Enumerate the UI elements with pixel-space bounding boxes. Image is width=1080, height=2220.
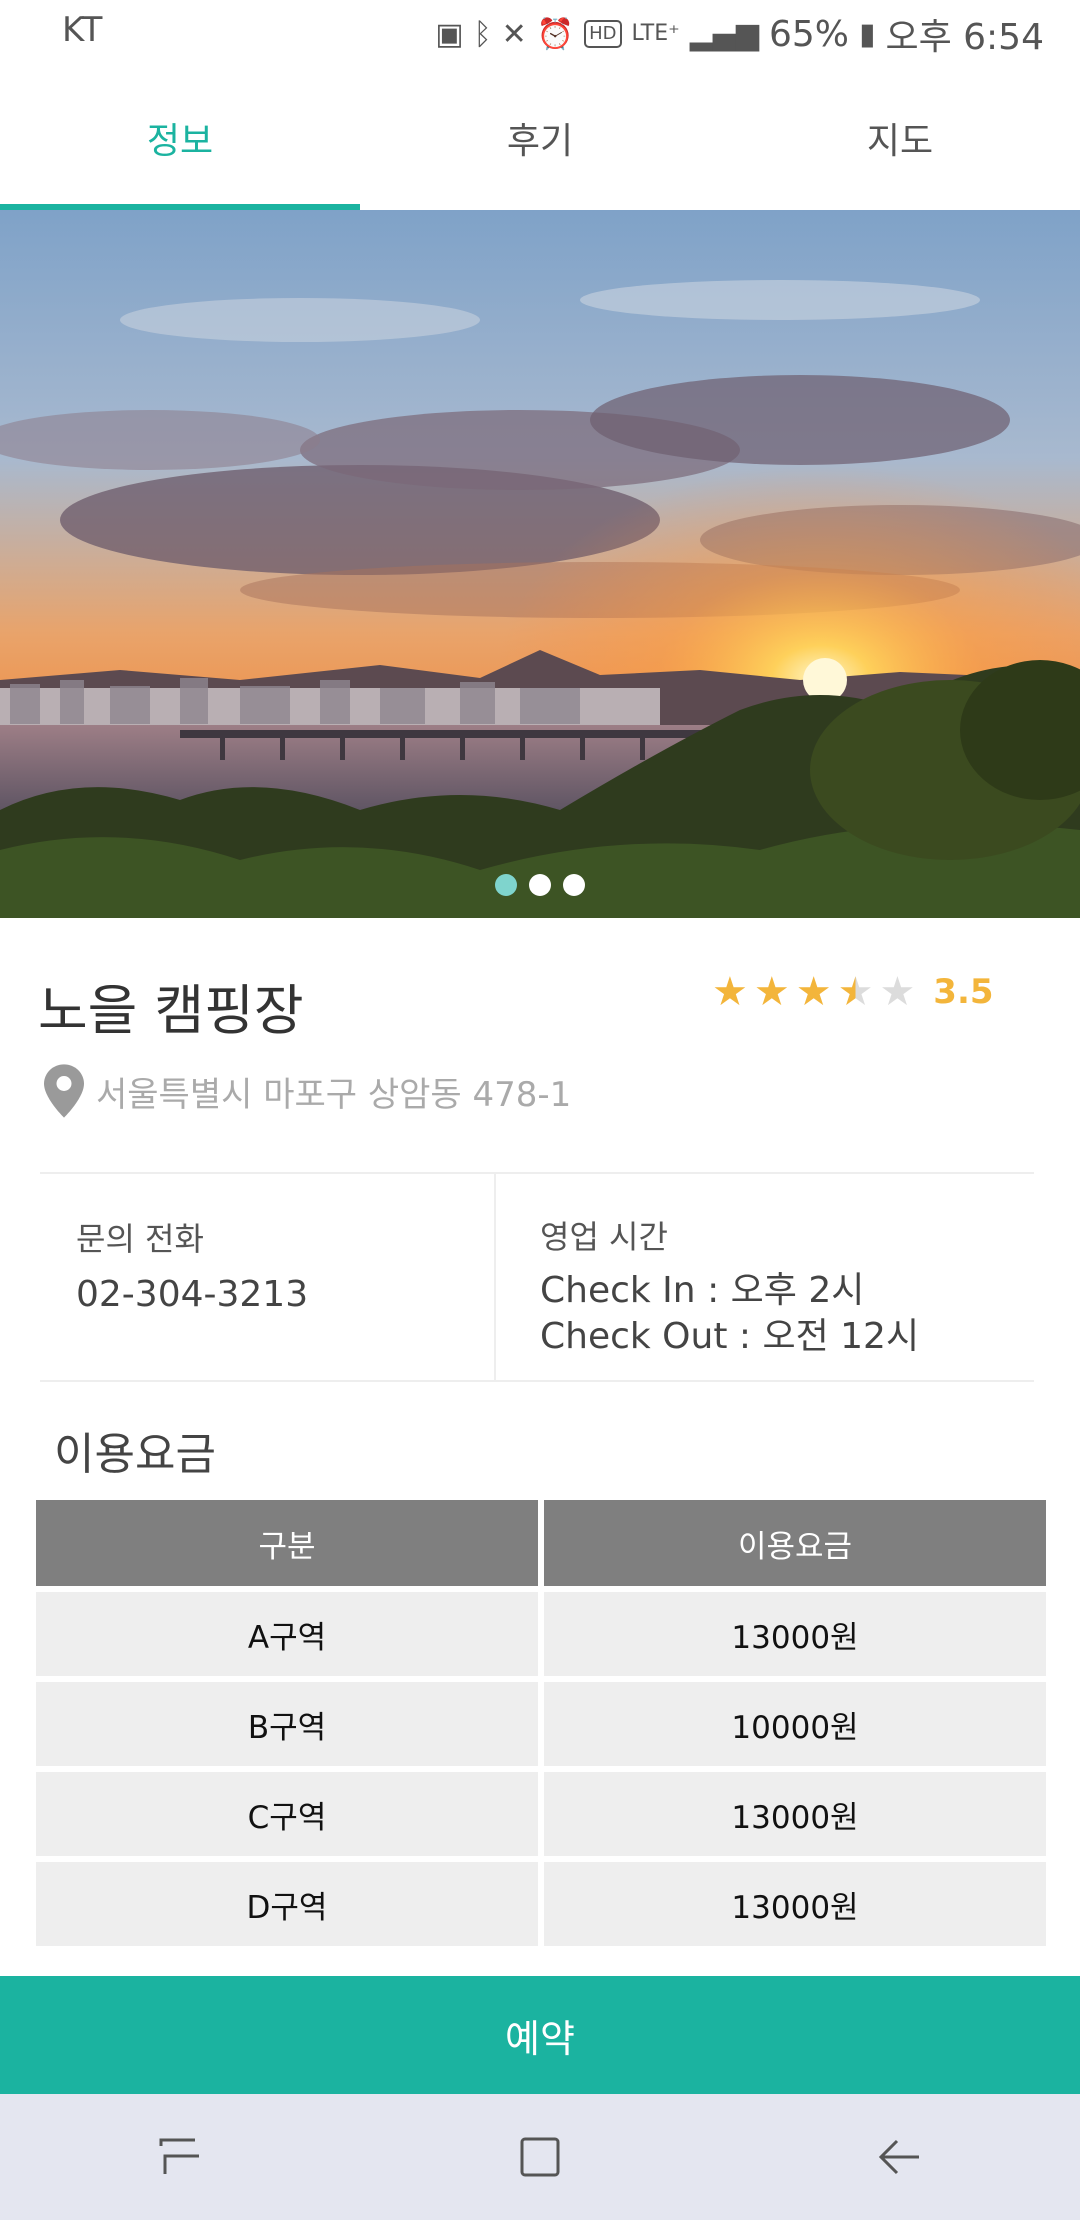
star-icon-3: ★ — [795, 969, 832, 1015]
battery-icon: ▮ — [858, 16, 876, 52]
check-out-time: Check Out : 오전 12시 — [540, 1316, 920, 1357]
carousel-dot-2[interactable] — [529, 874, 551, 896]
place-name: 노을 캠핑장 — [38, 979, 304, 1042]
price-cell: 13000원 — [544, 1592, 1046, 1676]
contact-section: 문의 전화 02-304-3213 — [40, 1174, 496, 1380]
address-text: 서울특별시 마포구 상암동 478-1 — [96, 1074, 572, 1115]
hd-voice-icon: HD — [584, 20, 622, 48]
table-row: B구역 10000원 — [36, 1682, 1046, 1766]
location-pin-icon — [44, 1064, 84, 1118]
reserve-button[interactable]: 예약 — [0, 1976, 1080, 2094]
status-bar: KT ▣ ᛒ ✕ ⏰ HD LTE⁺ ▂▄▆ 65% ▮ 오후 6:54 — [0, 0, 1080, 66]
price-cell: 13000원 — [544, 1862, 1046, 1946]
table-row: A구역 13000원 — [36, 1592, 1046, 1676]
pricing-title: 이용요금 — [54, 1429, 216, 1480]
recent-apps-button[interactable] — [140, 2117, 220, 2197]
price-cell: 10000원 — [544, 1682, 1046, 1766]
bluetooth-icon: ᛒ — [473, 16, 492, 52]
tab-info[interactable]: 정보 — [0, 66, 360, 210]
tab-map[interactable]: 지도 — [720, 66, 1080, 210]
zone-cell: B구역 — [36, 1682, 538, 1766]
zone-cell: A구역 — [36, 1592, 538, 1676]
signal-icon: ▂▄▆ — [689, 16, 759, 52]
hero-image-carousel[interactable] — [0, 210, 1080, 918]
system-nav-bar — [0, 2094, 1080, 2220]
battery-saver-icon: ▣ — [435, 16, 464, 52]
back-icon — [878, 2139, 919, 2175]
carousel-dot-1[interactable] — [495, 874, 517, 896]
carousel-indicator — [0, 874, 1080, 896]
star-icon-2: ★ — [753, 969, 790, 1015]
carrier-label: KT — [62, 10, 103, 50]
battery-percent: 65% — [768, 13, 849, 55]
status-icons: ▣ ᛒ ✕ ⏰ HD LTE⁺ ▂▄▆ 65% ▮ 오후 6:54 — [435, 8, 1044, 60]
rating: ★ ★ ★ ★ ★ 3.5 — [712, 972, 994, 1012]
alarm-icon: ⏰ — [536, 16, 575, 52]
hero-image — [0, 210, 1080, 918]
mute-icon: ✕ — [501, 16, 527, 52]
tab-bar: 정보 후기 지도 — [0, 66, 1080, 210]
clock: 오후 6:54 — [885, 17, 1044, 58]
table-header-zone: 구분 — [36, 1500, 538, 1586]
home-button[interactable] — [500, 2117, 580, 2197]
home-icon — [520, 2137, 560, 2177]
info-block: 문의 전화 02-304-3213 영업 시간 Check In : 오후 2시… — [40, 1172, 1034, 1382]
table-row: D구역 13000원 — [36, 1862, 1046, 1946]
hours-section: 영업 시간 Check In : 오후 2시 Check Out : 오전 12… — [496, 1174, 1034, 1380]
zone-cell: D구역 — [36, 1862, 538, 1946]
zone-cell: C구역 — [36, 1772, 538, 1856]
star-icon-1: ★ — [712, 969, 748, 1015]
lte-icon: LTE⁺ — [631, 21, 680, 46]
table-row: C구역 13000원 — [36, 1772, 1046, 1856]
back-button[interactable] — [860, 2117, 940, 2197]
table-header-price: 이용요금 — [544, 1500, 1046, 1586]
pricing-table: 구분 이용요금 A구역 13000원 B구역 10000원 C구역 13000원… — [36, 1500, 1046, 1952]
recent-apps-icon — [159, 2138, 199, 2174]
check-in-time: Check In : 오후 2시 — [540, 1270, 865, 1311]
phone-number[interactable]: 02-304-3213 — [76, 1274, 494, 1315]
carousel-dot-3[interactable] — [563, 874, 585, 896]
address-row: 서울특별시 마포구 상암동 478-1 — [44, 1064, 571, 1118]
price-cell: 13000원 — [544, 1772, 1046, 1856]
phone-label: 문의 전화 — [76, 1220, 204, 1258]
table-header-row: 구분 이용요금 — [36, 1500, 1046, 1586]
hours-label: 영업 시간 — [540, 1218, 668, 1256]
star-half-icon: ★ — [837, 969, 874, 1015]
rating-value: 3.5 — [933, 972, 994, 1012]
tab-reviews[interactable]: 후기 — [360, 66, 720, 210]
star-empty-icon: ★ — [879, 969, 916, 1015]
